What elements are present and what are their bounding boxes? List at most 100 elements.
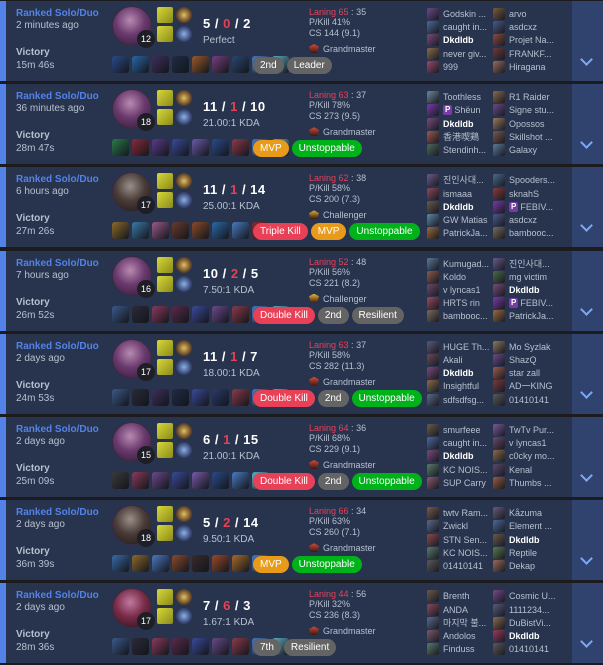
spell-flash-icon[interactable]	[157, 589, 173, 606]
item-slot-icon[interactable]	[172, 638, 189, 656]
item-slot-icon[interactable]	[112, 305, 129, 323]
player-name[interactable]: SUP Carry	[443, 476, 497, 490]
match-card[interactable]: Ranked Solo/Duo 2 minutes ago Victory 15m 4…	[0, 1, 603, 81]
player-name[interactable]: Dkdldb	[443, 200, 497, 214]
spell-flash-icon[interactable]	[157, 339, 173, 356]
player-name[interactable]: Hiragana	[509, 60, 563, 74]
player-name[interactable]: Toothless	[443, 90, 497, 104]
item-slot-icon[interactable]	[232, 222, 249, 240]
player-row[interactable]: Dkdldb	[427, 449, 491, 463]
player-name[interactable]: GW Matias	[443, 213, 497, 227]
player-row[interactable]: Akali	[427, 353, 491, 366]
player-name[interactable]: sknahS	[509, 187, 563, 201]
player-row[interactable]: HUGE Th...	[427, 340, 491, 353]
item-slot-icon[interactable]	[132, 472, 149, 489]
player-name[interactable]: Reptile	[509, 546, 563, 560]
player-name[interactable]: Dkdldb	[443, 117, 497, 131]
player-name[interactable]: mg victim	[509, 270, 563, 284]
player-row[interactable]: 香港喫鶏	[427, 130, 491, 143]
player-name[interactable]: Dkdldb	[443, 33, 497, 47]
player-name[interactable]: Kåzuma	[509, 506, 563, 520]
player-row[interactable]: Cosmic U...	[493, 589, 557, 603]
player-name[interactable]: TwTv Pur...	[509, 423, 563, 437]
player-row[interactable]: sknahS	[493, 187, 557, 200]
item-slot-icon[interactable]	[212, 472, 229, 489]
secondary-rune-icon[interactable]	[176, 275, 192, 292]
item-slot-icon[interactable]	[132, 555, 149, 573]
item-slot-icon[interactable]	[212, 222, 229, 240]
player-row[interactable]: Skillshot ...	[493, 130, 557, 143]
match-card[interactable]: Ranked Solo/Duo 7 hours ago Victory 26m 52s…	[0, 250, 603, 331]
item-slot-icon[interactable]	[232, 555, 249, 573]
player-row[interactable]: SUP Carry	[427, 476, 491, 489]
player-name[interactable]: PatrickJa...	[443, 226, 497, 240]
item-slot-icon[interactable]	[152, 638, 169, 656]
item-slot-icon[interactable]	[112, 638, 129, 656]
player-name[interactable]: Godskin ...	[443, 7, 497, 21]
player-row[interactable]: KC NOIS...	[427, 546, 491, 559]
item-slot-icon[interactable]	[172, 555, 189, 573]
player-name[interactable]: Mo Syzlak	[509, 340, 563, 354]
spell-flash-icon[interactable]	[157, 173, 173, 190]
player-row[interactable]: Andolos	[427, 629, 491, 642]
player-name[interactable]: ismaaa	[443, 187, 497, 201]
player-row[interactable]: v lyncas1	[493, 436, 557, 450]
player-name[interactable]: Element ...	[509, 519, 563, 533]
secondary-rune-icon[interactable]	[176, 192, 192, 209]
player-row[interactable]: Dkdldb	[427, 200, 491, 213]
player-row[interactable]: ismaaa	[427, 187, 491, 200]
player-row[interactable]: mg victim	[493, 270, 557, 283]
player-name[interactable]: P FEBIV...	[509, 200, 563, 214]
player-row[interactable]: P FEBIV...	[493, 200, 557, 213]
player-name[interactable]: Andolos	[443, 629, 497, 643]
spell-flash-icon[interactable]	[157, 423, 173, 439]
spell-flash-icon[interactable]	[157, 506, 173, 523]
player-row[interactable]: bambooc...	[493, 226, 557, 240]
secondary-rune-icon[interactable]	[176, 26, 192, 42]
player-name[interactable]: Zwickl	[443, 519, 497, 533]
player-name[interactable]: Dkdldb	[509, 283, 563, 297]
player-name[interactable]: 01410141	[509, 642, 563, 656]
player-name[interactable]: asdcxz	[509, 213, 563, 227]
player-name[interactable]: never giv...	[443, 47, 497, 61]
player-row[interactable]: P FEBIV...	[493, 296, 557, 310]
match-card[interactable]: Ranked Solo/Duo 2 days ago Victory 28m 36s 1…	[0, 583, 603, 664]
player-row[interactable]: c0cky mo...	[493, 449, 557, 463]
match-card[interactable]: Ranked Solo/Duo 2 days ago Victory 24m 53s 1…	[0, 333, 603, 414]
spell-ignite-icon[interactable]	[157, 192, 173, 209]
player-name[interactable]: Dkdldb	[509, 533, 563, 547]
player-name[interactable]: FRANKF...	[509, 47, 563, 61]
player-row[interactable]: caught in...	[427, 436, 491, 450]
item-slot-icon[interactable]	[152, 305, 169, 323]
player-row[interactable]: Toothless	[427, 90, 491, 104]
item-slot-icon[interactable]	[172, 305, 189, 323]
player-name[interactable]: asdcxz	[509, 20, 563, 34]
item-slot-icon[interactable]	[232, 305, 249, 323]
item-slot-icon[interactable]	[132, 139, 149, 157]
player-row[interactable]: R1 Raider	[493, 90, 557, 104]
player-name[interactable]: Stendinh...	[443, 143, 497, 157]
keystone-rune-icon[interactable]	[176, 506, 192, 523]
spell-ignite-icon[interactable]	[157, 26, 173, 42]
item-slot-icon[interactable]	[212, 555, 229, 573]
player-name[interactable]: 1111234...	[509, 603, 563, 617]
player-name[interactable]: Dekap	[509, 559, 563, 573]
match-card[interactable]: Ranked Solo/Duo 36 minutes ago Victory 28m …	[0, 84, 603, 165]
item-slot-icon[interactable]	[192, 388, 209, 406]
player-name[interactable]: P Shëun	[443, 103, 497, 117]
spell-ignite-icon[interactable]	[157, 275, 173, 292]
player-row[interactable]: caught in...	[427, 20, 491, 34]
player-row[interactable]: never giv...	[427, 47, 491, 60]
item-slot-icon[interactable]	[192, 638, 209, 656]
player-row[interactable]: Hiragana	[493, 60, 557, 73]
item-slot-icon[interactable]	[152, 222, 169, 240]
player-row[interactable]: sdfsdfsg...	[427, 393, 491, 406]
spell-flash-icon[interactable]	[157, 90, 173, 107]
player-row[interactable]: Galaxy	[493, 143, 557, 156]
player-row[interactable]: PatrickJa...	[427, 226, 491, 240]
player-row[interactable]: FRANKF...	[493, 47, 557, 60]
item-slot-icon[interactable]	[172, 56, 189, 73]
player-row[interactable]: 999	[427, 60, 491, 73]
player-name[interactable]: AD一KING	[509, 379, 563, 393]
player-row[interactable]: asdcxz	[493, 20, 557, 34]
